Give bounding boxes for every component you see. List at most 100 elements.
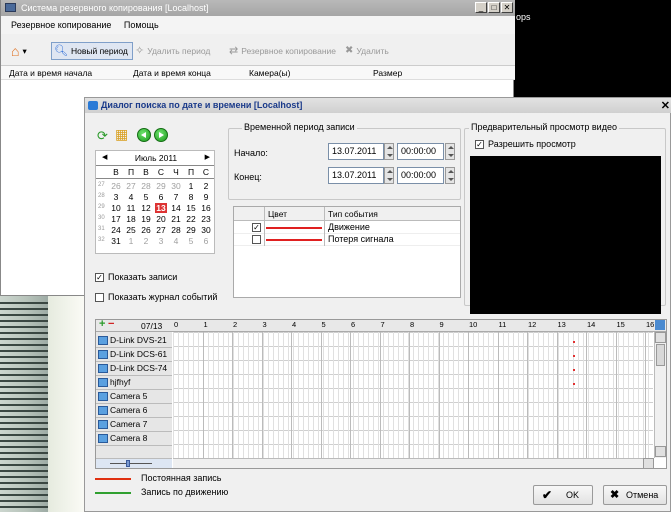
- calendar-day[interactable]: 3: [110, 192, 122, 202]
- timeline-vertical-scrollbar[interactable]: [654, 332, 666, 458]
- calendar-day[interactable]: 30: [170, 181, 182, 191]
- camera-row[interactable]: Camera 7: [96, 418, 172, 432]
- end-time-input[interactable]: 00:00:00: [397, 167, 444, 184]
- calendar-day[interactable]: 30: [200, 225, 212, 235]
- calendar-day[interactable]: 5: [185, 236, 197, 246]
- calendar-day[interactable]: 26: [140, 225, 152, 235]
- menu-help[interactable]: Помощь: [124, 20, 159, 30]
- calendar-day[interactable]: 11: [125, 203, 137, 213]
- timeline-grid[interactable]: [173, 332, 653, 458]
- calendar-day[interactable]: 5: [140, 192, 152, 202]
- calendar-day[interactable]: 6: [155, 192, 167, 202]
- delete-period-button[interactable]: ✧ Удалить период: [135, 42, 210, 60]
- start-time-spinner[interactable]: [445, 143, 455, 160]
- enable-preview-checkbox[interactable]: ✓: [475, 140, 484, 149]
- calendar-day[interactable]: 29: [185, 225, 197, 235]
- menu-backup[interactable]: Резервное копирование: [11, 20, 111, 30]
- new-period-button[interactable]: 🔍︎ Новый период: [51, 42, 133, 60]
- cancel-button[interactable]: ✖ Отмена: [603, 485, 667, 505]
- calendar-day[interactable]: 19: [140, 214, 152, 224]
- calendar-day[interactable]: 24: [110, 225, 122, 235]
- close-button[interactable]: ✕: [501, 2, 513, 13]
- zoom-slider-thumb[interactable]: [126, 460, 130, 467]
- col-start[interactable]: Дата и время начала: [9, 68, 92, 78]
- calendar-day[interactable]: 28: [140, 181, 152, 191]
- camera-row[interactable]: D-Link DVS-21: [96, 334, 172, 348]
- dialog-close-button[interactable]: ✕: [661, 99, 670, 114]
- start-date-spinner[interactable]: [384, 143, 394, 160]
- calendar-day[interactable]: 10: [110, 203, 122, 213]
- show-records-checkbox[interactable]: ✓: [95, 273, 104, 282]
- col-camera[interactable]: Камера(ы): [249, 68, 290, 78]
- calendar-day[interactable]: 29: [155, 181, 167, 191]
- calendar-day[interactable]: 2: [140, 236, 152, 246]
- record-marker[interactable]: [572, 383, 575, 385]
- signal-loss-checkbox[interactable]: [252, 235, 261, 244]
- calendar-day[interactable]: 18: [125, 214, 137, 224]
- calendar-day[interactable]: 1: [125, 236, 137, 246]
- camera-row[interactable]: Camera 8: [96, 432, 172, 446]
- calendar-day[interactable]: 20: [155, 214, 167, 224]
- record-marker[interactable]: [572, 369, 575, 371]
- calendar-day[interactable]: 31: [110, 236, 122, 246]
- end-date-input[interactable]: 13.07.2011: [328, 167, 384, 184]
- calendar-day[interactable]: 2: [200, 181, 212, 191]
- calendar-day[interactable]: 27: [125, 181, 137, 191]
- maximize-button[interactable]: □: [488, 2, 500, 13]
- record-marker[interactable]: [572, 355, 575, 357]
- calendar-day[interactable]: 17: [110, 214, 122, 224]
- refresh-icon[interactable]: ⟳: [97, 128, 108, 144]
- calendar-day[interactable]: 16: [200, 203, 212, 213]
- show-event-log-checkbox[interactable]: [95, 293, 104, 302]
- prev-day-button[interactable]: [137, 128, 151, 142]
- motion-checkbox[interactable]: ✓: [252, 223, 261, 232]
- record-marker[interactable]: [572, 341, 575, 343]
- calendar-day[interactable]: 26: [110, 181, 122, 191]
- calendar-day[interactable]: 23: [200, 214, 212, 224]
- calendar-icon[interactable]: ▦: [115, 126, 128, 143]
- zoom-in-icon[interactable]: +: [99, 318, 105, 330]
- zoom-slider[interactable]: [96, 458, 172, 468]
- calendar-day[interactable]: 14: [170, 203, 182, 213]
- calendar-day[interactable]: 4: [170, 236, 182, 246]
- start-time-input[interactable]: 00:00:00: [397, 143, 444, 160]
- calendar-day[interactable]: 25: [125, 225, 137, 235]
- col-end[interactable]: Дата и время конца: [133, 68, 211, 78]
- camera-row[interactable]: D-Link DCS-74: [96, 362, 172, 376]
- calendar-day[interactable]: 27: [155, 225, 167, 235]
- scroll-down-icon[interactable]: [655, 446, 666, 457]
- calendar-day[interactable]: 13: [155, 203, 167, 213]
- event-row-signal-loss[interactable]: Потеря сигнала: [234, 234, 460, 246]
- end-time-spinner[interactable]: [445, 167, 455, 184]
- calendar-day[interactable]: 6: [200, 236, 212, 246]
- backup-button[interactable]: ⇄ Резервное копирование: [229, 42, 336, 60]
- scroll-right-icon[interactable]: [643, 458, 654, 469]
- home-dropdown-button[interactable]: ⌂ ▾: [11, 42, 27, 60]
- minimize-button[interactable]: _: [475, 2, 487, 13]
- ok-button[interactable]: ✔ OK: [533, 485, 593, 505]
- zoom-out-icon[interactable]: −: [108, 318, 114, 330]
- calendar-day[interactable]: 9: [200, 192, 212, 202]
- event-row-motion[interactable]: ✓ Движение: [234, 222, 460, 234]
- end-date-spinner[interactable]: [384, 167, 394, 184]
- dialog-titlebar[interactable]: Диалог поиска по дате и времени [Localho…: [85, 98, 671, 113]
- backup-window-titlebar[interactable]: Система резервного копирования [Localhos…: [1, 0, 515, 16]
- scroll-up-icon[interactable]: [655, 332, 666, 343]
- calendar-day[interactable]: 8: [185, 192, 197, 202]
- timeline-horizontal-scrollbar[interactable]: [173, 458, 654, 469]
- delete-button[interactable]: ✖ Удалить: [345, 42, 389, 60]
- calendar-day[interactable]: 21: [170, 214, 182, 224]
- calendar-day[interactable]: 15: [185, 203, 197, 213]
- calendar-day[interactable]: 22: [185, 214, 197, 224]
- calendar-day[interactable]: 7: [170, 192, 182, 202]
- grid-icon[interactable]: [655, 320, 665, 330]
- calendar-day[interactable]: 28: [170, 225, 182, 235]
- calendar-day[interactable]: 12: [140, 203, 152, 213]
- camera-row[interactable]: Camera 5: [96, 390, 172, 404]
- prev-month-icon[interactable]: ◀: [102, 153, 107, 161]
- camera-row[interactable]: Camera 6: [96, 404, 172, 418]
- calendar-day[interactable]: 3: [155, 236, 167, 246]
- calendar-day[interactable]: 4: [125, 192, 137, 202]
- next-day-button[interactable]: [154, 128, 168, 142]
- col-size[interactable]: Размер: [373, 68, 402, 78]
